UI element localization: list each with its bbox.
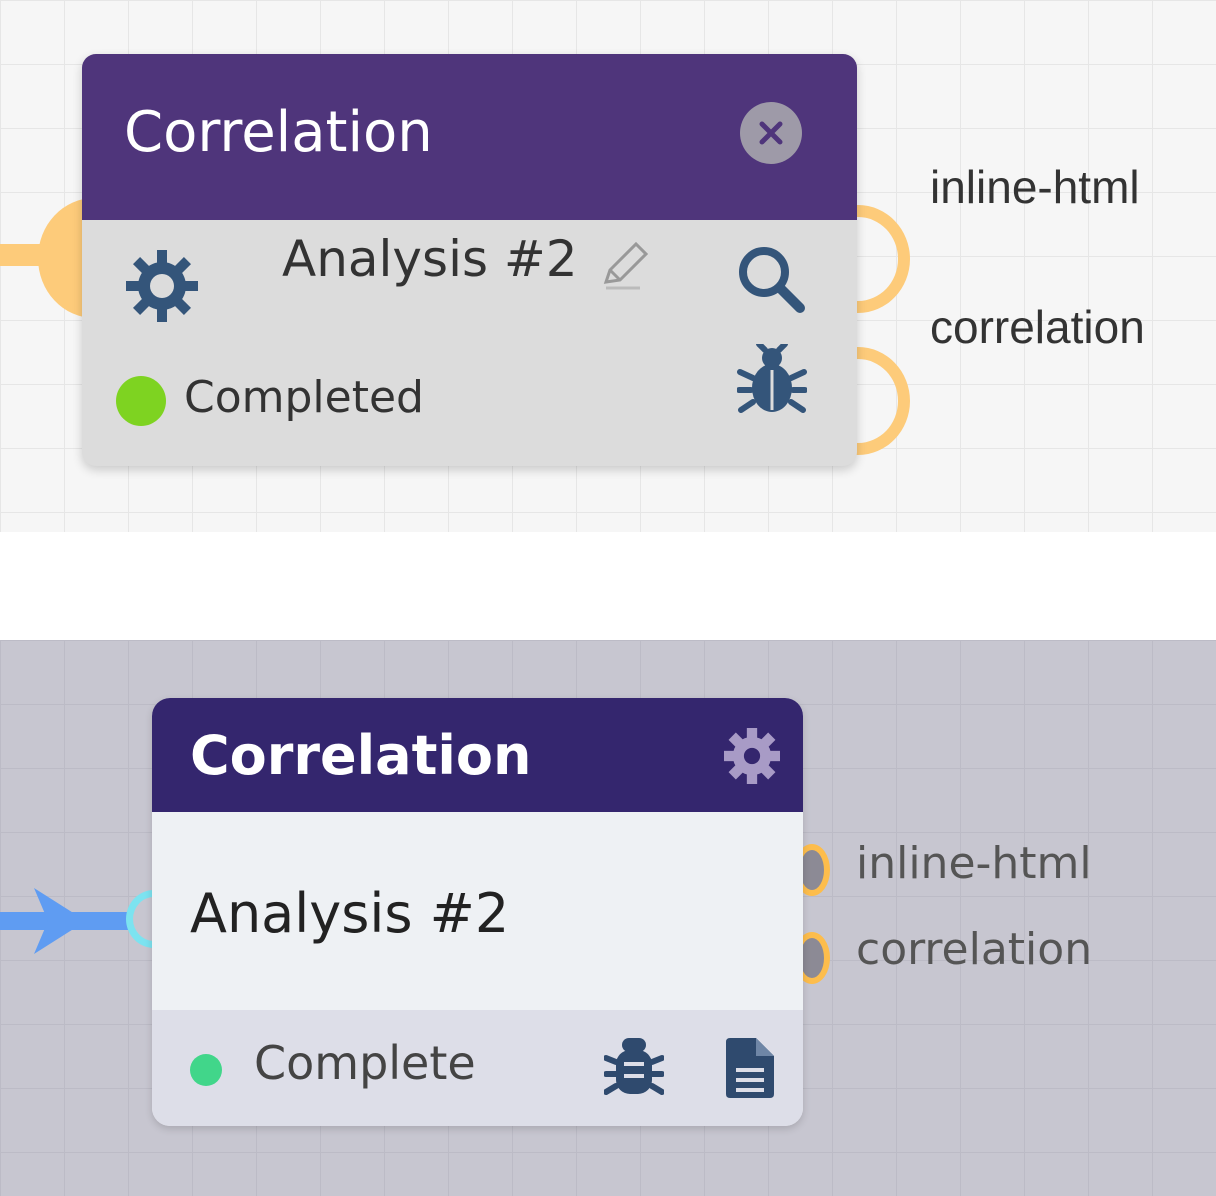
status-indicator bbox=[190, 1054, 222, 1086]
node-name[interactable]: Analysis #2 bbox=[282, 230, 578, 288]
status-text: Completed bbox=[184, 372, 424, 423]
node-body: Analysis #2 bbox=[152, 812, 803, 1010]
pencil-edit-icon[interactable] bbox=[596, 238, 652, 294]
node-title: Correlation bbox=[124, 100, 433, 165]
node-footer: Complete bbox=[152, 1010, 803, 1126]
node-header[interactable]: Correlation bbox=[152, 698, 803, 812]
document-icon[interactable] bbox=[724, 1036, 776, 1100]
bug-icon[interactable] bbox=[737, 344, 807, 416]
bug-icon[interactable] bbox=[604, 1034, 664, 1098]
output-label-inline-html: inline-html bbox=[930, 161, 1140, 213]
node-title: Correlation bbox=[190, 724, 532, 787]
search-icon[interactable] bbox=[736, 244, 808, 316]
close-button[interactable] bbox=[740, 102, 802, 164]
workflow-canvas-top: inline-html correlation Correlation Anal… bbox=[0, 0, 1216, 532]
status-indicator bbox=[116, 376, 166, 426]
output-label-correlation: correlation bbox=[856, 924, 1093, 975]
output-label-inline-html: inline-html bbox=[856, 838, 1092, 889]
workflow-node[interactable]: Correlation Analysis #2 Complete bbox=[152, 698, 803, 1126]
node-name[interactable]: Analysis #2 bbox=[190, 882, 509, 945]
node-body: Analysis #2 bbox=[82, 220, 857, 466]
gear-icon[interactable] bbox=[724, 728, 780, 784]
status-text: Complete bbox=[254, 1036, 476, 1090]
node-header[interactable]: Correlation bbox=[82, 54, 857, 220]
arrow-icon bbox=[34, 888, 86, 954]
gear-icon[interactable] bbox=[124, 248, 200, 324]
output-label-correlation: correlation bbox=[930, 301, 1145, 353]
close-icon bbox=[759, 121, 783, 145]
workflow-node[interactable]: Correlation Analysis #2 Completed bbox=[82, 54, 857, 466]
workflow-canvas-bottom: inline-html correlation Correlation Anal… bbox=[0, 640, 1216, 1196]
